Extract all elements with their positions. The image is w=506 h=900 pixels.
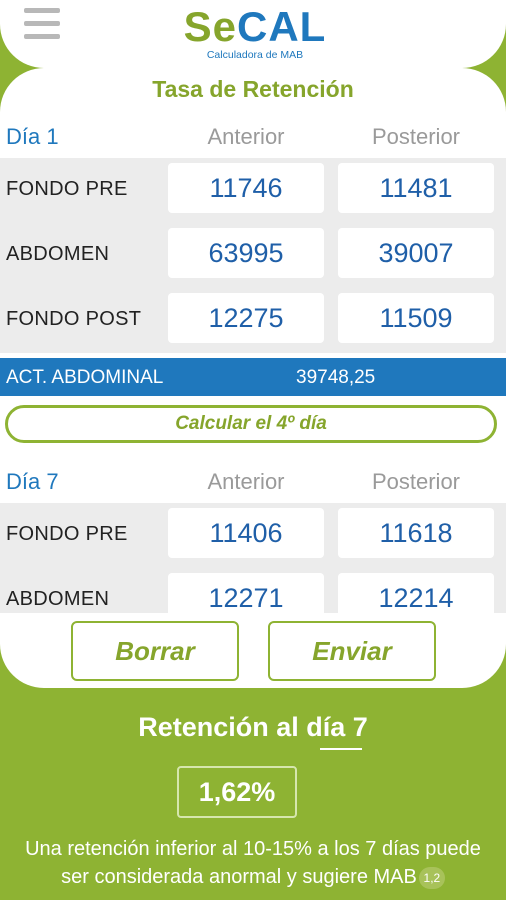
retention-note: Una retención inferior al 10-15% a los 7…: [0, 835, 506, 891]
note-line-2: ser considerada anormal y sugiere MAB: [61, 866, 417, 888]
day1-header: Día 1 Anterior Posterior: [0, 112, 506, 156]
day7-table: FONDO PRE 11406 11618 ABDOMEN 12271 1221…: [0, 503, 506, 623]
calculator-panel: Tasa de Retención Día 1 Anterior Posteri…: [0, 68, 506, 688]
note-line-1: Una retención inferior al 10-15% a los 7…: [25, 838, 481, 860]
logo-cal: CAL: [237, 3, 327, 50]
page-title: Tasa de Retención: [152, 76, 354, 102]
logo-se: Se: [183, 3, 238, 50]
day1-abdomen-before-input[interactable]: 63995: [168, 228, 324, 278]
result-title-prefix: Retención al día: [138, 712, 353, 742]
result-day-underline: [320, 748, 362, 750]
abdominal-activity-label: ACT. ABDOMINAL: [6, 367, 164, 388]
reference-badge[interactable]: 1,2: [418, 866, 445, 889]
abdominal-activity-bar: ACT. ABDOMINAL 39748,25: [0, 358, 506, 396]
day1-fondo-pre-before-input[interactable]: 11746: [168, 163, 324, 213]
day1-table: FONDO PRE 11746 11481 ABDOMEN 63995 3900…: [0, 158, 506, 353]
row-label-fondo-post: FONDO POST: [6, 308, 142, 330]
result-day: 7: [352, 712, 368, 742]
day7-fondo-pre-before-input[interactable]: 11406: [168, 508, 324, 558]
logo-subtitle: Calculadora de MAB: [206, 49, 304, 61]
result-title: Retención al día 7: [0, 712, 506, 743]
row-label-abdomen: ABDOMEN: [6, 588, 110, 610]
day7-label: Día 7: [6, 469, 59, 494]
clear-button[interactable]: Borrar: [71, 621, 239, 681]
day1-fondo-post-before-input[interactable]: 12275: [168, 293, 324, 343]
column-header-before: Anterior: [207, 469, 285, 494]
column-header-after: Posterior: [371, 469, 461, 494]
retention-result-value: 1,62%: [177, 766, 297, 818]
day1-fondo-post-after-input[interactable]: 11509: [338, 293, 494, 343]
day7-abdomen-after-input[interactable]: 12214: [338, 573, 494, 623]
send-button[interactable]: Enviar: [268, 621, 436, 681]
app-logo: SeCAL Calculadora de MAB: [180, 6, 330, 66]
day1-label: Día 1: [6, 124, 59, 149]
day1-abdomen-after-input[interactable]: 39007: [338, 228, 494, 278]
day7-abdomen-before-input[interactable]: 12271: [168, 573, 324, 623]
day1-fondo-pre-after-input[interactable]: 11481: [338, 163, 494, 213]
row-label-abdomen: ABDOMEN: [6, 243, 110, 265]
column-header-before: Anterior: [207, 124, 285, 149]
day7-fondo-pre-after-input[interactable]: 11618: [338, 508, 494, 558]
abdominal-activity-value: 39748,25: [296, 367, 376, 388]
hamburger-menu-icon[interactable]: [24, 8, 60, 40]
calculate-day4-button[interactable]: Calcular el 4º día: [5, 405, 497, 443]
column-header-after: Posterior: [371, 124, 461, 149]
row-label-fondo-pre: FONDO PRE: [6, 178, 128, 200]
day7-header: Día 7 Anterior Posterior: [0, 457, 506, 501]
row-label-fondo-pre: FONDO PRE: [6, 523, 128, 545]
